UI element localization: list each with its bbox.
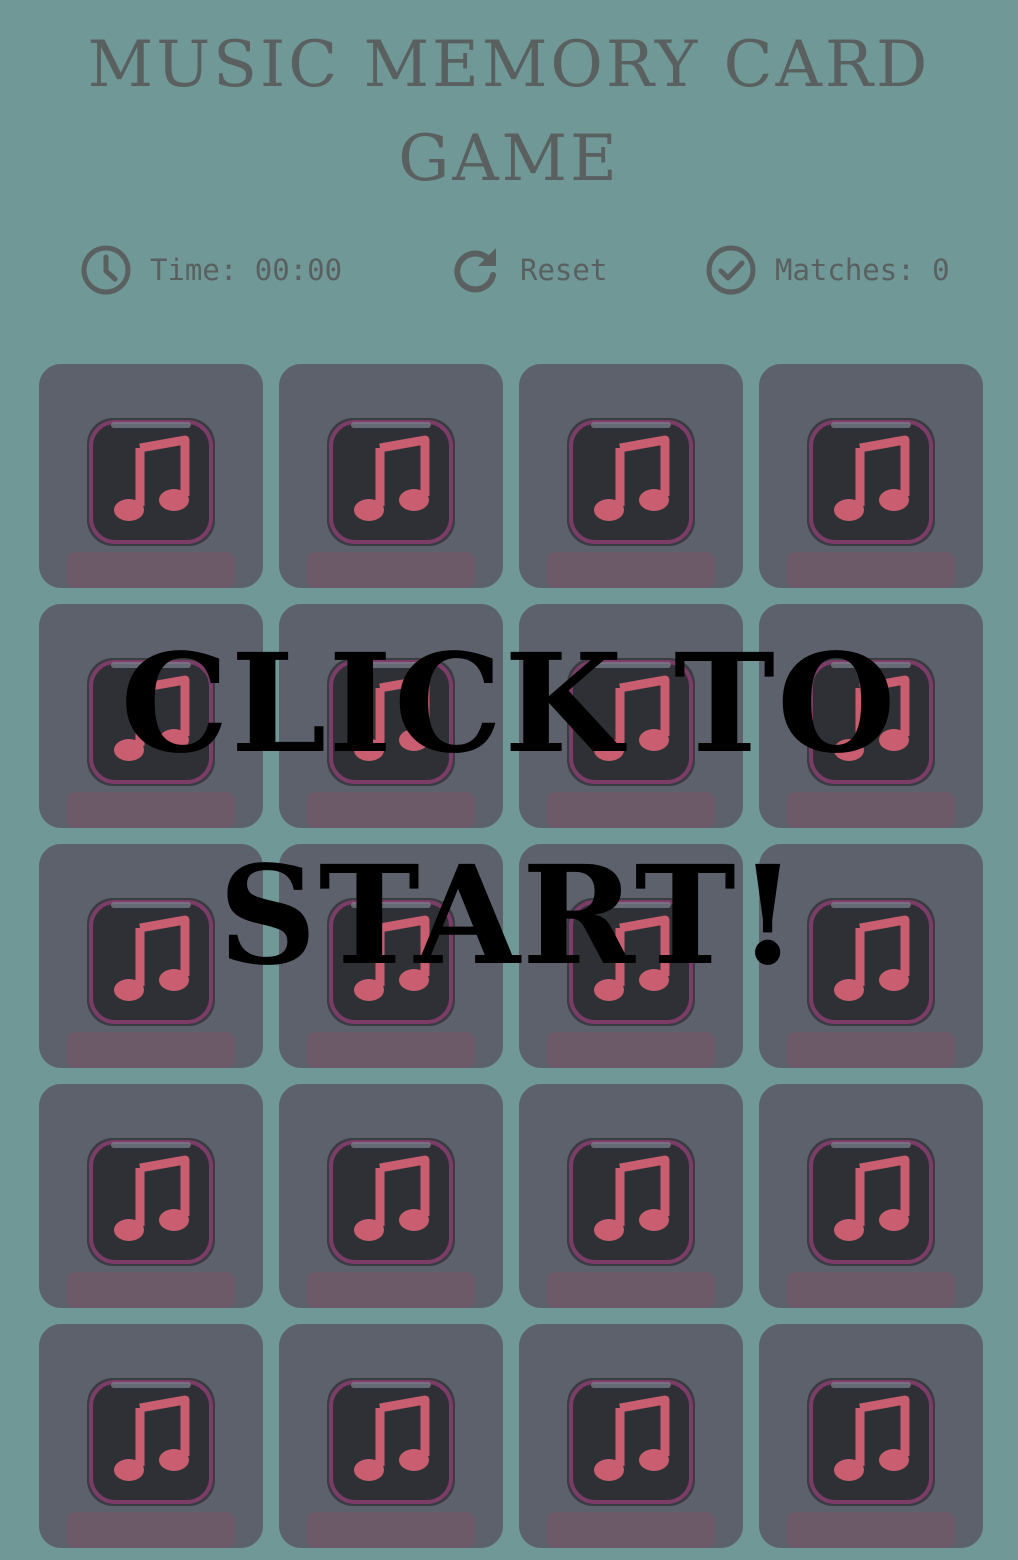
start-overlay-text: CLICK TO START! [120, 624, 898, 996]
start-overlay[interactable]: CLICK TO START! [0, 0, 1018, 1560]
game-page: MUSIC MEMORY CARD GAME Time: 00:00 Reset… [0, 0, 1018, 1560]
